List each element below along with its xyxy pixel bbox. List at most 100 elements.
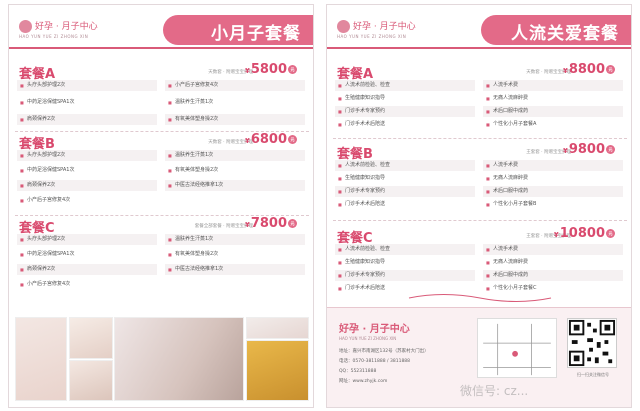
flyer-right: 好孕 · 月子中心 HAO YUN YUE ZI ZHONG XIN 人流关爱套…	[326, 4, 632, 408]
price-unit: 元	[606, 145, 615, 154]
package-item: 温肤养生汗蒸1次	[165, 97, 305, 108]
photo-yoga	[15, 317, 67, 401]
package-item: 门诊手术专家预约	[335, 270, 475, 281]
package-item: 中药足浴保健SPA1次	[17, 97, 157, 108]
package-price: ¥10800 元	[554, 226, 615, 241]
price-value: 8800	[568, 62, 605, 77]
package-item: 人流术前检验、检查	[335, 80, 475, 91]
package-item: 小产后子宫修复4次	[17, 195, 157, 206]
package-item: 头疗头部护理2次	[17, 80, 157, 91]
photo-strip	[15, 317, 309, 401]
package-price: ¥8800 元	[563, 62, 615, 77]
logo-icon	[19, 20, 32, 33]
brand-logo: 好孕 · 月子中心 HAO YUN YUE ZI ZHONG XIN	[19, 20, 98, 39]
photo-stretch	[246, 317, 309, 339]
package-b: 套餐B王套套 · 附赠宝宝护理¥9800元人流术前检验、检查生殖健康知识指导门诊…	[333, 142, 627, 215]
package-item: 头疗头部护理2次	[17, 234, 157, 245]
package-item: 中药足浴保健SPA1次	[17, 249, 157, 260]
currency-symbol: ¥	[562, 147, 568, 155]
divider	[333, 138, 627, 139]
photo-sauna	[246, 340, 309, 401]
package-price: ¥9800 元	[563, 142, 615, 157]
package-price: ¥6800 元	[245, 132, 297, 147]
currency-symbol: ¥	[562, 67, 568, 75]
photo-woman	[69, 360, 113, 401]
package-price: ¥5800 元	[245, 62, 297, 77]
package-item: 有氧美体塑身操2次	[165, 249, 305, 260]
package-item: 肩颈保养2次	[17, 180, 157, 191]
package-item: 肩颈保养2次	[17, 264, 157, 275]
qr-code	[567, 318, 617, 368]
address: 地址：嘉兴市南湖区132号（苏家村大门出）	[339, 349, 429, 354]
price-unit: 元	[288, 65, 297, 74]
package-item: 无痛人流麻醉费	[483, 257, 623, 268]
package-item: 术后口服中成药	[483, 106, 623, 117]
package-c: 套餐C套餐全部套餐 · 附赠宝宝护理¥7800元头疗头部护理2次中药足浴保健SP…	[15, 216, 309, 299]
package-price: ¥7800 元	[245, 216, 297, 231]
currency-symbol: ¥	[244, 67, 250, 75]
page-title: 小月子套餐	[211, 24, 301, 44]
currency-symbol: ¥	[553, 231, 559, 239]
footer-brand: 好孕 · 月子中心 HAO YUN YUE ZI ZHONG XIN	[339, 324, 410, 341]
price-value: 6800	[250, 132, 287, 147]
package-item: 术后口服中成药	[483, 186, 623, 197]
qr-caption: 扫一扫关注微信号	[577, 372, 609, 377]
location-map	[477, 318, 557, 378]
package-item: 有氧美体塑身操2次	[165, 114, 305, 125]
package-item: 生殖健康知识指导	[335, 93, 475, 104]
flyer-header: 好孕 · 月子中心 HAO YUN YUE ZI ZHONG XIN 人流关爱套…	[327, 5, 631, 49]
package-item: 小产后子宫修复4次	[17, 279, 157, 290]
flyer-header: 好孕 · 月子中心 HAO YUN YUE ZI ZHONG XIN 小月子套餐	[9, 5, 313, 49]
price-value: 9800	[568, 142, 605, 157]
price-unit: 元	[288, 219, 297, 228]
package-item: 温肤养生汗蒸1次	[165, 234, 305, 245]
package-item: 中医古法经络推拿1次	[165, 264, 305, 275]
package-item: 人流手术费	[483, 160, 623, 171]
divider	[333, 220, 627, 221]
package-item: 有氧美体塑身操2次	[165, 165, 305, 176]
package-item: 人流术前检验、检查	[335, 244, 475, 255]
price-value: 7800	[250, 216, 287, 231]
page-title: 人流关爱套餐	[511, 24, 619, 44]
package-item: 肩颈保养2次	[17, 114, 157, 125]
logo-icon	[337, 20, 350, 33]
package-item: 中医古法经络推拿1次	[165, 180, 305, 191]
package-b: 套餐B天数套 · 附赠宝宝护理¥6800元头疗头部护理2次中药足浴保健SPA1次…	[15, 132, 309, 215]
package-item: 人流手术费	[483, 244, 623, 255]
package-item: 生殖健康知识指导	[335, 173, 475, 184]
brand-logo: 好孕 · 月子中心 HAO YUN YUE ZI ZHONG XIN	[337, 20, 416, 39]
package-item: 人流手术费	[483, 80, 623, 91]
package-c: 套餐C王套套 · 附赠宝宝护理¥10800元人流术前检验、检查生殖健康知识指导门…	[333, 226, 627, 299]
currency-symbol: ¥	[244, 137, 250, 145]
photo-massage	[114, 317, 244, 401]
ornament-swirl	[408, 294, 552, 302]
package-item: 门诊手术专家预约	[335, 186, 475, 197]
package-item: 术后口服中成药	[483, 270, 623, 281]
qq: QQ：552311888	[339, 369, 377, 374]
package-item: 无痛人流麻醉费	[483, 93, 623, 104]
price-unit: 元	[288, 135, 297, 144]
package-item: 头疗头部护理2次	[17, 150, 157, 161]
package-item: 门诊手术术后陪送	[335, 199, 475, 210]
package-item: 生殖健康知识指导	[335, 257, 475, 268]
package-item: 人流术前检验、检查	[335, 160, 475, 171]
website: 网址：www.zhyjk.com	[339, 379, 388, 384]
package-a: 套餐A天数套 · 附赠宝宝护理¥8800元人流术前检验、检查生殖健康知识指导门诊…	[333, 62, 627, 135]
package-item: 门诊手术术后陪送	[335, 119, 475, 130]
price-unit: 元	[606, 65, 615, 74]
price-value: 5800	[250, 62, 287, 77]
price-unit: 元	[606, 229, 615, 238]
package-item: 个性化小月子套餐B	[483, 199, 623, 210]
package-item: 门诊手术专家预约	[335, 106, 475, 117]
package-item: 温肤养生汗蒸1次	[165, 150, 305, 161]
photo-face	[69, 317, 113, 359]
currency-symbol: ¥	[244, 221, 250, 229]
package-item: 无痛人流麻醉费	[483, 173, 623, 184]
package-item: 小产后子宫修复4次	[165, 80, 305, 91]
package-a: 套餐A天数套 · 附赠宝宝护理¥5800元头疗头部护理2次中药足浴保健SPA1次…	[15, 62, 309, 135]
watermark: 微信号: cz...	[460, 384, 529, 398]
phone: 电话：0570-3811888 / 3811888	[339, 359, 411, 364]
price-value: 10800	[559, 226, 605, 241]
package-item: 中药足浴保健SPA1次	[17, 165, 157, 176]
flyer-left: 好孕 · 月子中心 HAO YUN YUE ZI ZHONG XIN 小月子套餐…	[8, 4, 314, 408]
